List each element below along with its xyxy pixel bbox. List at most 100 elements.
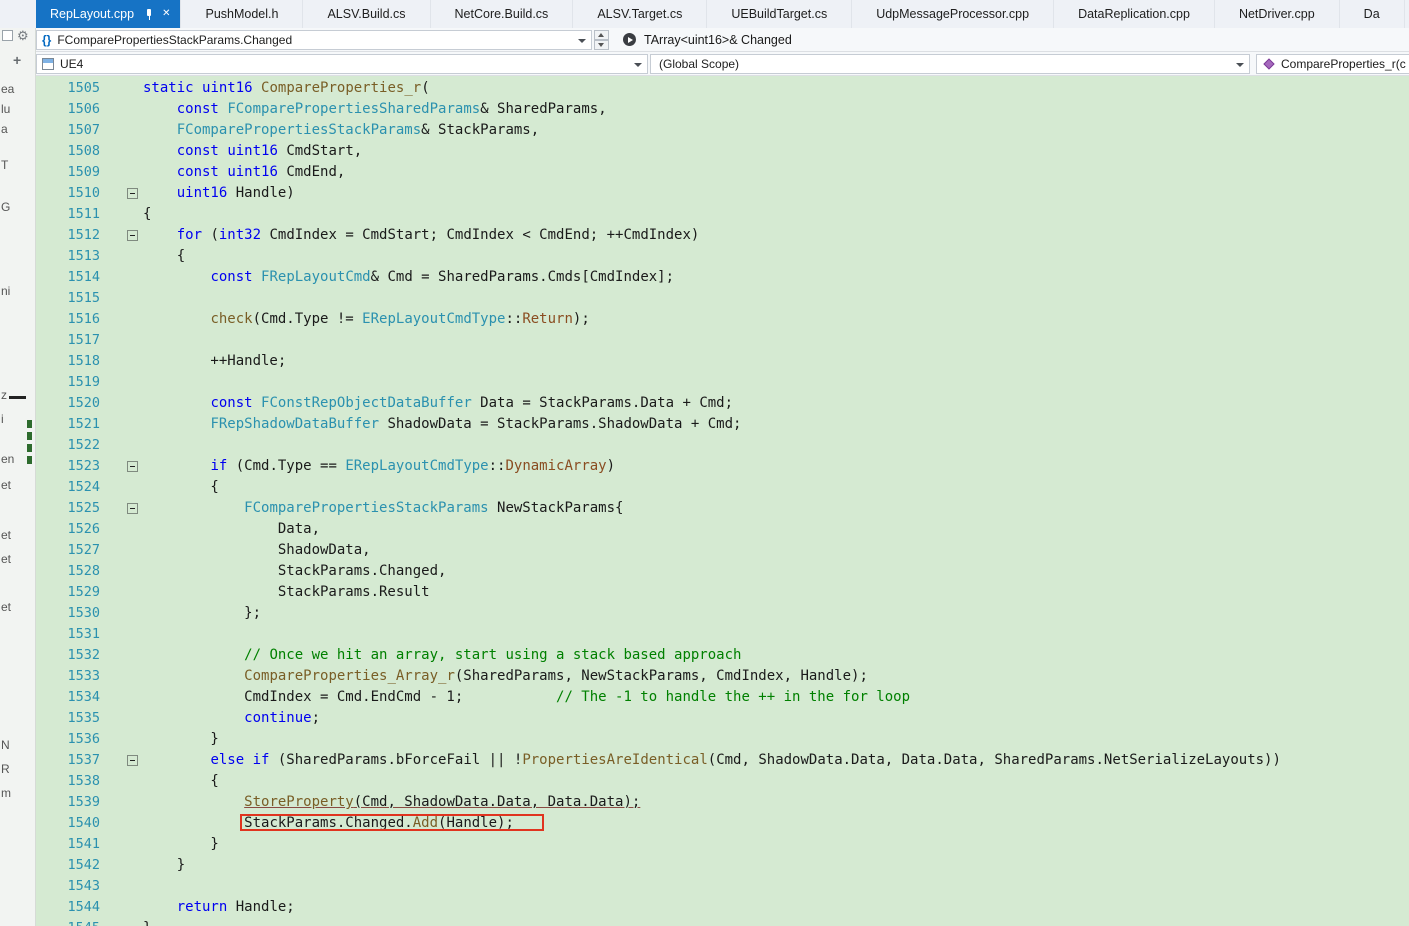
tab-label: RepLayout.cpp bbox=[50, 7, 135, 21]
tab-netcore-build-cs[interactable]: NetCore.Build.cs bbox=[431, 0, 574, 28]
tab-pushmodel-h[interactable]: PushModel.h bbox=[181, 0, 304, 28]
code-line[interactable]: 1517 bbox=[36, 330, 1409, 351]
fold-column bbox=[100, 456, 143, 477]
code-editor[interactable]: 1505 static uint16 CompareProperties_r(15… bbox=[36, 76, 1409, 926]
code-line[interactable]: 1527 ShadowData, bbox=[36, 540, 1409, 561]
code-line[interactable]: 1528 StackParams.Changed, bbox=[36, 561, 1409, 582]
code-line[interactable]: 1537 else if (SharedParams.bForceFail ||… bbox=[36, 750, 1409, 771]
line-number: 1507 bbox=[67, 122, 100, 138]
code-line[interactable]: 1525 FComparePropertiesStackParams NewSt… bbox=[36, 498, 1409, 519]
code-line[interactable]: 1521 FRepShadowDataBuffer ShadowData = S… bbox=[36, 414, 1409, 435]
collapse-icon[interactable] bbox=[127, 461, 138, 472]
tab-da[interactable]: Da bbox=[1340, 0, 1405, 28]
code-line[interactable]: 1534 CmdIndex = Cmd.EndCmd - 1; // The -… bbox=[36, 687, 1409, 708]
tab-netdriver-cpp[interactable]: NetDriver.cpp bbox=[1215, 0, 1340, 28]
code-line[interactable]: 1506 const FComparePropertiesSharedParam… bbox=[36, 99, 1409, 120]
line-number: 1512 bbox=[67, 227, 100, 243]
code-line[interactable]: 1509 const uint16 CmdEnd, bbox=[36, 162, 1409, 183]
code-line[interactable]: 1541 } bbox=[36, 834, 1409, 855]
code-line[interactable]: 1529 StackParams.Result bbox=[36, 582, 1409, 603]
code-line[interactable]: 1511 { bbox=[36, 204, 1409, 225]
code-line[interactable]: 1520 const FConstRepObjectDataBuffer Dat… bbox=[36, 393, 1409, 414]
code-line[interactable]: 1532 // Once we hit an array, start usin… bbox=[36, 645, 1409, 666]
code-line[interactable]: 1545} bbox=[36, 918, 1409, 926]
chevron-down-icon[interactable] bbox=[578, 38, 586, 43]
line-number: 1536 bbox=[67, 731, 100, 747]
fold-column bbox=[100, 855, 143, 876]
code-line[interactable]: 1507 FComparePropertiesStackParams& Stac… bbox=[36, 120, 1409, 141]
tab-alsv-target-cs[interactable]: ALSV.Target.cs bbox=[573, 0, 708, 28]
code-line[interactable]: 1505 static uint16 CompareProperties_r( bbox=[36, 78, 1409, 99]
context-dropdown[interactable]: {} FComparePropertiesStackParams.Changed bbox=[36, 29, 592, 50]
spin-up-button[interactable] bbox=[594, 29, 609, 40]
code-line[interactable]: 1526 Data, bbox=[36, 519, 1409, 540]
code-line[interactable]: 1518 ++Handle; bbox=[36, 351, 1409, 372]
collapse-icon[interactable] bbox=[127, 755, 138, 766]
code-text: StackParams.Changed.Add(Handle); bbox=[143, 813, 514, 834]
code-line[interactable]: 1516 check(Cmd.Type != ERepLayoutCmdType… bbox=[36, 309, 1409, 330]
fold-column bbox=[100, 267, 143, 288]
pin-icon[interactable] bbox=[144, 8, 154, 21]
scope-dropdown[interactable]: (Global Scope) bbox=[650, 53, 1250, 74]
code-line[interactable]: 1533 CompareProperties_Array_r(SharedPar… bbox=[36, 666, 1409, 687]
code-line[interactable]: 1539 StoreProperty(Cmd, ShadowData.Data,… bbox=[36, 792, 1409, 813]
code-line[interactable]: 1535 continue; bbox=[36, 708, 1409, 729]
line-number: 1543 bbox=[67, 878, 100, 894]
close-icon[interactable]: ✕ bbox=[162, 9, 170, 19]
code-line[interactable]: 1514 const FRepLayoutCmd& Cmd = SharedPa… bbox=[36, 267, 1409, 288]
code-line[interactable]: 1536 } bbox=[36, 729, 1409, 750]
split-icon[interactable]: + bbox=[13, 52, 21, 68]
fold-column bbox=[100, 813, 143, 834]
code-line[interactable]: 1531 bbox=[36, 624, 1409, 645]
project-dropdown[interactable]: UE4 bbox=[36, 53, 648, 74]
tab-replayout-cpp[interactable]: RepLayout.cpp ✕ bbox=[36, 0, 182, 28]
fold-column bbox=[100, 78, 143, 99]
code-line[interactable]: 1513 { bbox=[36, 246, 1409, 267]
chevron-down-icon[interactable] bbox=[1236, 62, 1244, 67]
chevron-down-icon[interactable] bbox=[634, 62, 642, 67]
line-number: 1542 bbox=[67, 857, 100, 873]
code-line[interactable]: 1522 bbox=[36, 435, 1409, 456]
clipped-text: et bbox=[1, 478, 12, 492]
code-line[interactable]: 1544 return Handle; bbox=[36, 897, 1409, 918]
tab-label: UEBuildTarget.cs bbox=[731, 7, 828, 21]
code-line[interactable]: 1540 StackParams.Changed.Add(Handle); bbox=[36, 813, 1409, 834]
code-line[interactable]: 1510 uint16 Handle) bbox=[36, 183, 1409, 204]
code-line[interactable]: 1523 if (Cmd.Type == ERepLayoutCmdType::… bbox=[36, 456, 1409, 477]
code-line[interactable]: 1519 bbox=[36, 372, 1409, 393]
code-text: // Once we hit an array, start using a s… bbox=[244, 647, 742, 663]
member-dropdown[interactable]: CompareProperties_r(c bbox=[1256, 53, 1409, 74]
collapse-icon[interactable] bbox=[127, 230, 138, 241]
clipped-text: G bbox=[1, 200, 11, 214]
tab-datareplication-cpp[interactable]: DataReplication.cpp bbox=[1054, 0, 1215, 28]
tab-uebuildtarget-cs[interactable]: UEBuildTarget.cs bbox=[707, 0, 853, 28]
gear-icon[interactable]: ⚙ bbox=[17, 28, 29, 44]
fold-column bbox=[100, 99, 143, 120]
code-line[interactable]: 1542 } bbox=[36, 855, 1409, 876]
collapse-icon[interactable] bbox=[127, 188, 138, 199]
code-text: StackParams.Changed, bbox=[143, 563, 447, 579]
clipped-text: et bbox=[1, 600, 12, 614]
definition-field[interactable]: TArray<uint16>& Changed bbox=[623, 33, 792, 47]
fold-column bbox=[100, 351, 143, 372]
code-line[interactable]: 1543 bbox=[36, 876, 1409, 897]
tab-alsv-build-cs[interactable]: ALSV.Build.cs bbox=[303, 0, 431, 28]
spin-down-button[interactable] bbox=[594, 39, 609, 50]
code-line[interactable]: 1512 for (int32 CmdIndex = CmdStart; Cmd… bbox=[36, 225, 1409, 246]
tab-label: NetCore.Build.cs bbox=[454, 7, 549, 21]
fold-column bbox=[100, 225, 143, 246]
dock-square-icon[interactable] bbox=[2, 30, 13, 41]
collapse-icon[interactable] bbox=[127, 503, 138, 514]
line-number: 1520 bbox=[67, 395, 100, 411]
code-line[interactable]: 1524 { bbox=[36, 477, 1409, 498]
line-number: 1527 bbox=[67, 542, 100, 558]
code-text: }; bbox=[143, 605, 262, 621]
line-number: 1509 bbox=[67, 164, 100, 180]
code-line[interactable]: 1530 }; bbox=[36, 603, 1409, 624]
code-line[interactable]: 1515 bbox=[36, 288, 1409, 309]
code-text: else if (SharedParams.bForceFail || !Pro… bbox=[210, 752, 1281, 768]
line-number: 1538 bbox=[67, 773, 100, 789]
code-line[interactable]: 1508 const uint16 CmdStart, bbox=[36, 141, 1409, 162]
tab-udpmessageprocessor-cpp[interactable]: UdpMessageProcessor.cpp bbox=[852, 0, 1055, 28]
code-line[interactable]: 1538 { bbox=[36, 771, 1409, 792]
